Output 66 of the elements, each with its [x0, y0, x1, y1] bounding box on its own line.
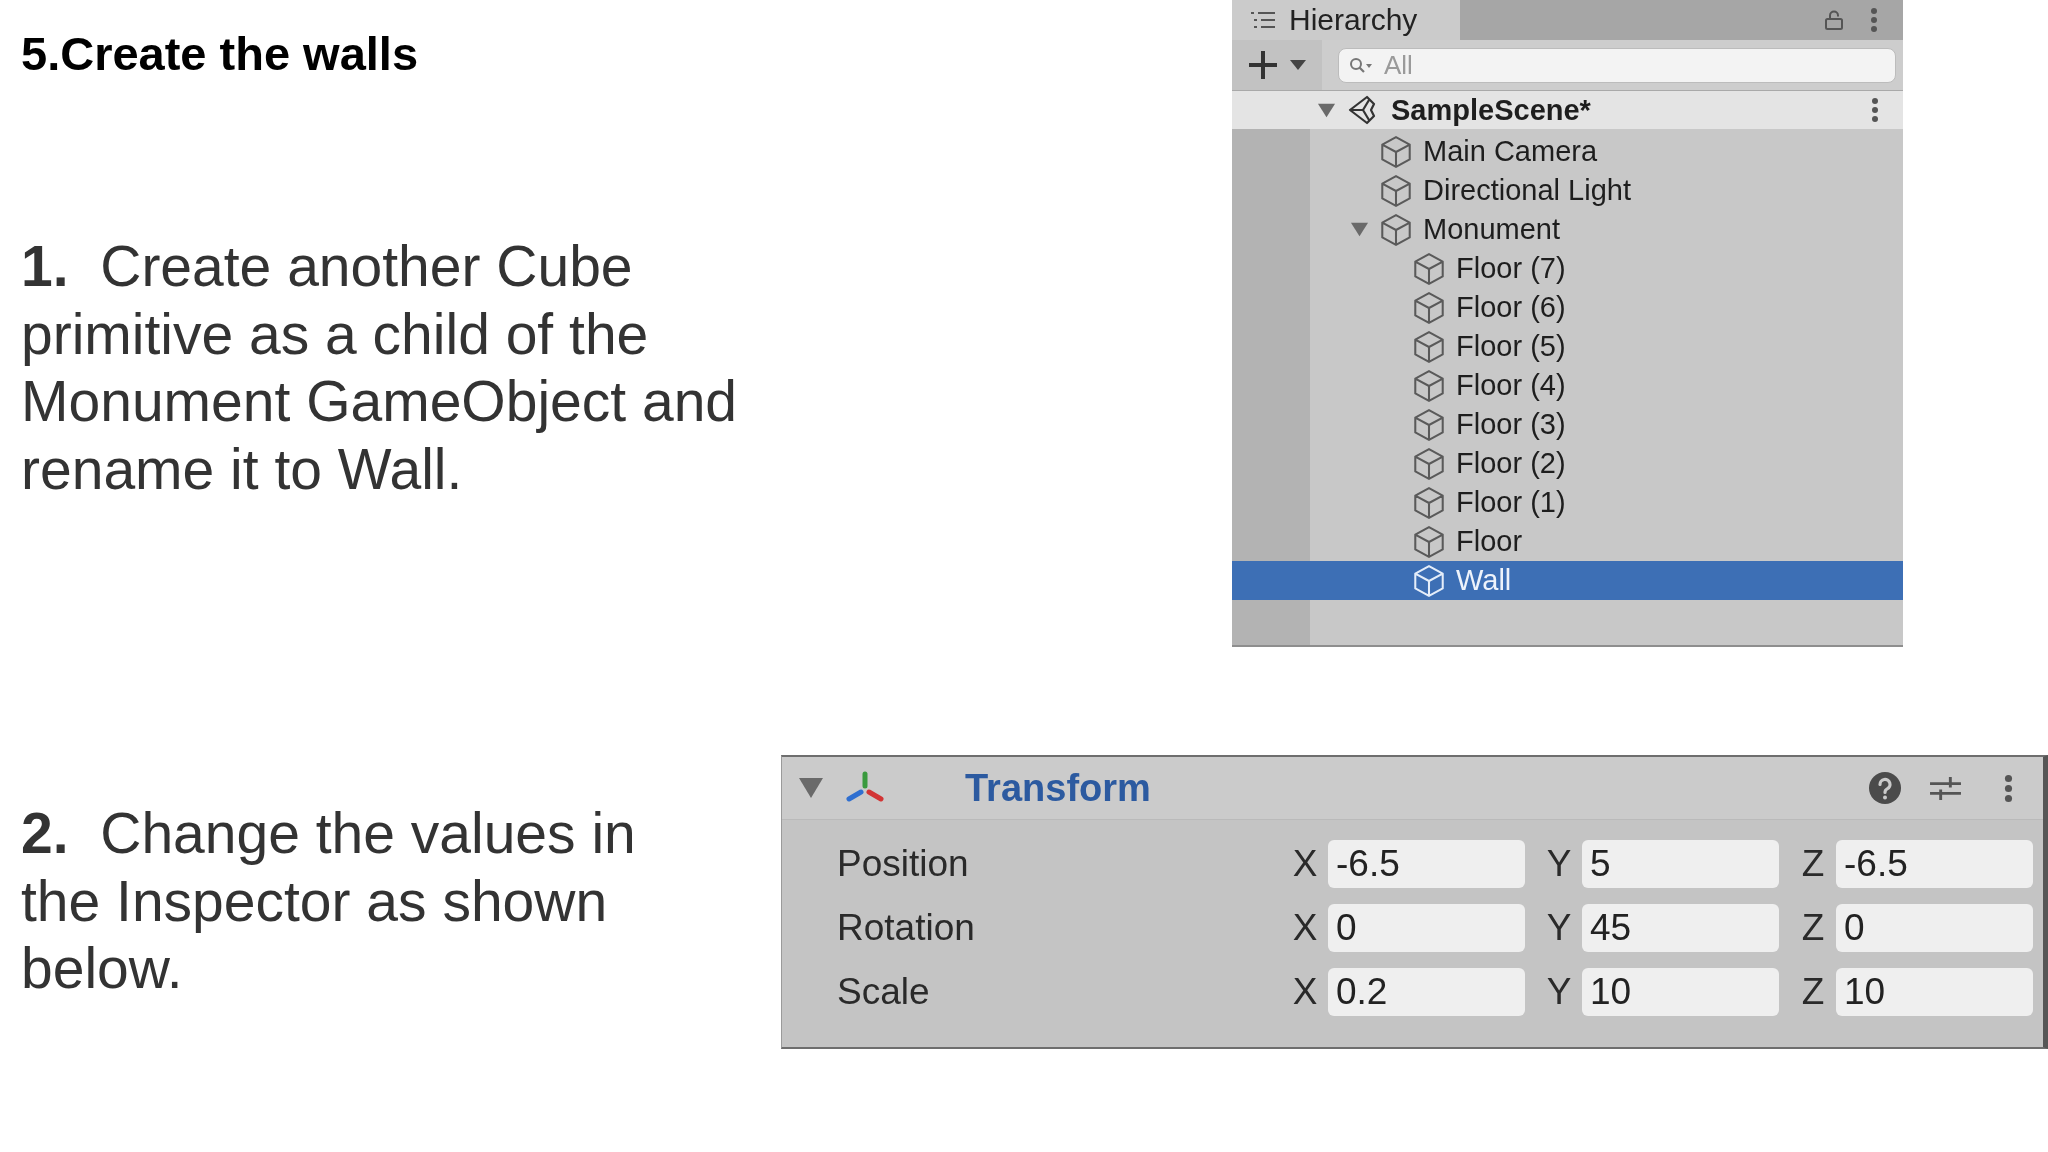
tree-item[interactable]: Floor (7): [1232, 249, 1903, 288]
property-label: Position: [836, 843, 970, 885]
number-field[interactable]: 10: [1836, 968, 2033, 1016]
axis-label: Z: [1800, 971, 1826, 1013]
tree-item[interactable]: Floor (5): [1232, 327, 1903, 366]
tree-item[interactable]: Floor (1): [1232, 483, 1903, 522]
axis-label: Y: [1545, 843, 1573, 885]
more-icon[interactable]: [1871, 97, 1879, 123]
instruction-text: 2. Change the values in the Inspector as shown below.: [21, 800, 637, 1002]
tree-item[interactable]: Directional Light: [1232, 171, 1903, 210]
tree-item[interactable]: Floor (6): [1232, 288, 1903, 327]
cube-icon: [1414, 252, 1444, 285]
instruction-text: 1. Create another Cube primitive as a child of the Monument GameObject and rename it to Wall.: [21, 233, 739, 503]
cube-icon: [1414, 447, 1444, 480]
search-icon: [1349, 56, 1373, 75]
more-icon[interactable]: [2004, 773, 2013, 803]
axis-label: X: [1291, 971, 1319, 1013]
number-field[interactable]: 10: [1582, 968, 1779, 1016]
axis-label: Z: [1800, 907, 1826, 949]
tree-item[interactable]: Main Camera: [1232, 132, 1903, 171]
tree-item[interactable]: Wall: [1232, 561, 1903, 600]
add-button[interactable]: [1232, 40, 1322, 90]
axis-label: Y: [1545, 907, 1573, 949]
more-icon[interactable]: [1870, 7, 1878, 33]
axis-label: X: [1291, 843, 1319, 885]
number-field[interactable]: 0: [1328, 904, 1525, 952]
disclosure-triangle-icon[interactable]: [1350, 220, 1369, 239]
number-field[interactable]: -6.5: [1328, 840, 1525, 888]
help-icon[interactable]: [1869, 772, 1901, 804]
number-field[interactable]: 45: [1582, 904, 1779, 952]
axis-label: Y: [1545, 971, 1573, 1013]
tree-item[interactable]: Floor (3): [1232, 405, 1903, 444]
number-field[interactable]: 0.2: [1328, 968, 1525, 1016]
cube-icon: [1381, 174, 1411, 207]
cube-icon: [1414, 486, 1444, 519]
list-icon: [1250, 11, 1276, 29]
axis-label: X: [1291, 907, 1319, 949]
cube-icon: [1414, 330, 1444, 363]
cube-icon: [1414, 291, 1444, 324]
property-label: Rotation: [836, 907, 976, 949]
tree-item[interactable]: Monument: [1232, 210, 1903, 249]
cube-icon: [1381, 213, 1411, 246]
tree-item[interactable]: Floor (2): [1232, 444, 1903, 483]
cube-icon: [1414, 408, 1444, 441]
plus-icon: [1248, 50, 1278, 80]
panel-tab[interactable]: Hierarchy: [1232, 0, 1461, 40]
cube-icon: [1414, 525, 1444, 558]
component-title[interactable]: Transform: [965, 766, 1151, 810]
scene-item[interactable]: SampleScene*: [1232, 91, 1903, 129]
caret-icon: [1290, 60, 1306, 70]
cube-icon: [1381, 135, 1411, 168]
cube-icon: [1414, 369, 1444, 402]
number-field[interactable]: 5: [1582, 840, 1779, 888]
tree-item[interactable]: Floor: [1232, 522, 1903, 561]
number-field[interactable]: -6.5: [1836, 840, 2033, 888]
number-field[interactable]: 0: [1836, 904, 2033, 952]
lock-icon[interactable]: [1824, 10, 1844, 30]
disclosure-triangle-icon[interactable]: [799, 777, 823, 799]
tree-item[interactable]: Floor (4): [1232, 366, 1903, 405]
axis-label: Z: [1800, 843, 1826, 885]
property-label: Scale: [836, 971, 931, 1013]
section-heading: 5.Create the walls: [21, 27, 420, 81]
cube-icon: [1414, 564, 1444, 597]
logo-icon: [1348, 95, 1376, 125]
transform-axes-icon: [845, 771, 885, 805]
search-field[interactable]: All: [1338, 47, 1896, 83]
